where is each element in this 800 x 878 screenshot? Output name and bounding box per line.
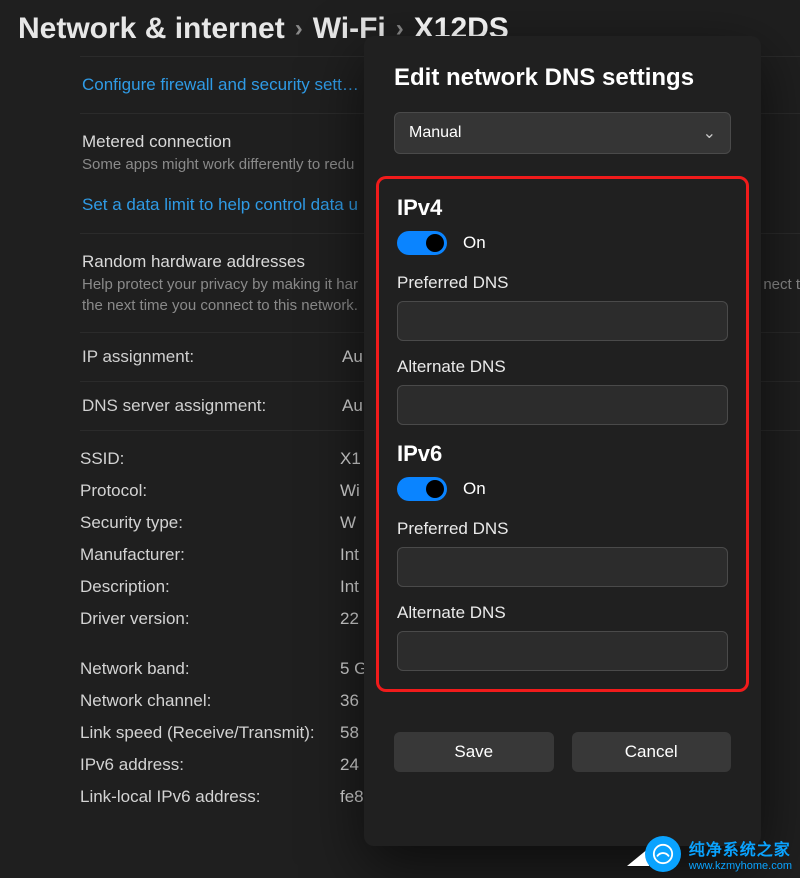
dns-settings-dialog: Edit network DNS settings Manual ⌄ IPv4 … [364, 36, 761, 846]
ipv6-alternate-label: Alternate DNS [397, 603, 728, 623]
ip-assign-value: Au [342, 347, 363, 367]
watermark-logo-icon [645, 836, 681, 872]
watermark-url: www.kzmyhome.com [689, 860, 792, 872]
ipv4-alternate-label: Alternate DNS [397, 357, 728, 377]
ipv6-preferred-input[interactable] [397, 547, 728, 587]
ipv4-alternate-input[interactable] [397, 385, 728, 425]
highlight-box: IPv4 On Preferred DNS Alternate DNS IPv6… [376, 176, 749, 692]
dns-assign-value: Au [342, 396, 363, 416]
ipv4-preferred-label: Preferred DNS [397, 273, 728, 293]
ipv6-toggle[interactable] [397, 477, 447, 501]
dns-assign-label: DNS server assignment: [82, 396, 342, 416]
ipv6-preferred-label: Preferred DNS [397, 519, 728, 539]
ipv6-heading: IPv6 [397, 441, 728, 467]
ipv4-toggle-label: On [463, 233, 486, 253]
save-button[interactable]: Save [394, 732, 554, 772]
watermark: 纯净系统之家 www.kzmyhome.com [645, 836, 792, 872]
ip-assign-label: IP assignment: [82, 347, 342, 367]
dns-mode-select[interactable]: Manual ⌄ [394, 112, 731, 154]
ipv4-toggle[interactable] [397, 231, 447, 255]
cancel-button[interactable]: Cancel [572, 732, 732, 772]
chevron-right-icon: › [295, 15, 303, 43]
ipv4-preferred-input[interactable] [397, 301, 728, 341]
ipv4-heading: IPv4 [397, 195, 728, 221]
dns-mode-value: Manual [409, 124, 461, 142]
dialog-title: Edit network DNS settings [394, 64, 731, 92]
breadcrumb-root[interactable]: Network & internet [18, 12, 285, 46]
ipv6-alternate-input[interactable] [397, 631, 728, 671]
watermark-title: 纯净系统之家 [689, 836, 792, 860]
ipv6-toggle-label: On [463, 479, 486, 499]
chevron-down-icon: ⌄ [703, 123, 716, 143]
